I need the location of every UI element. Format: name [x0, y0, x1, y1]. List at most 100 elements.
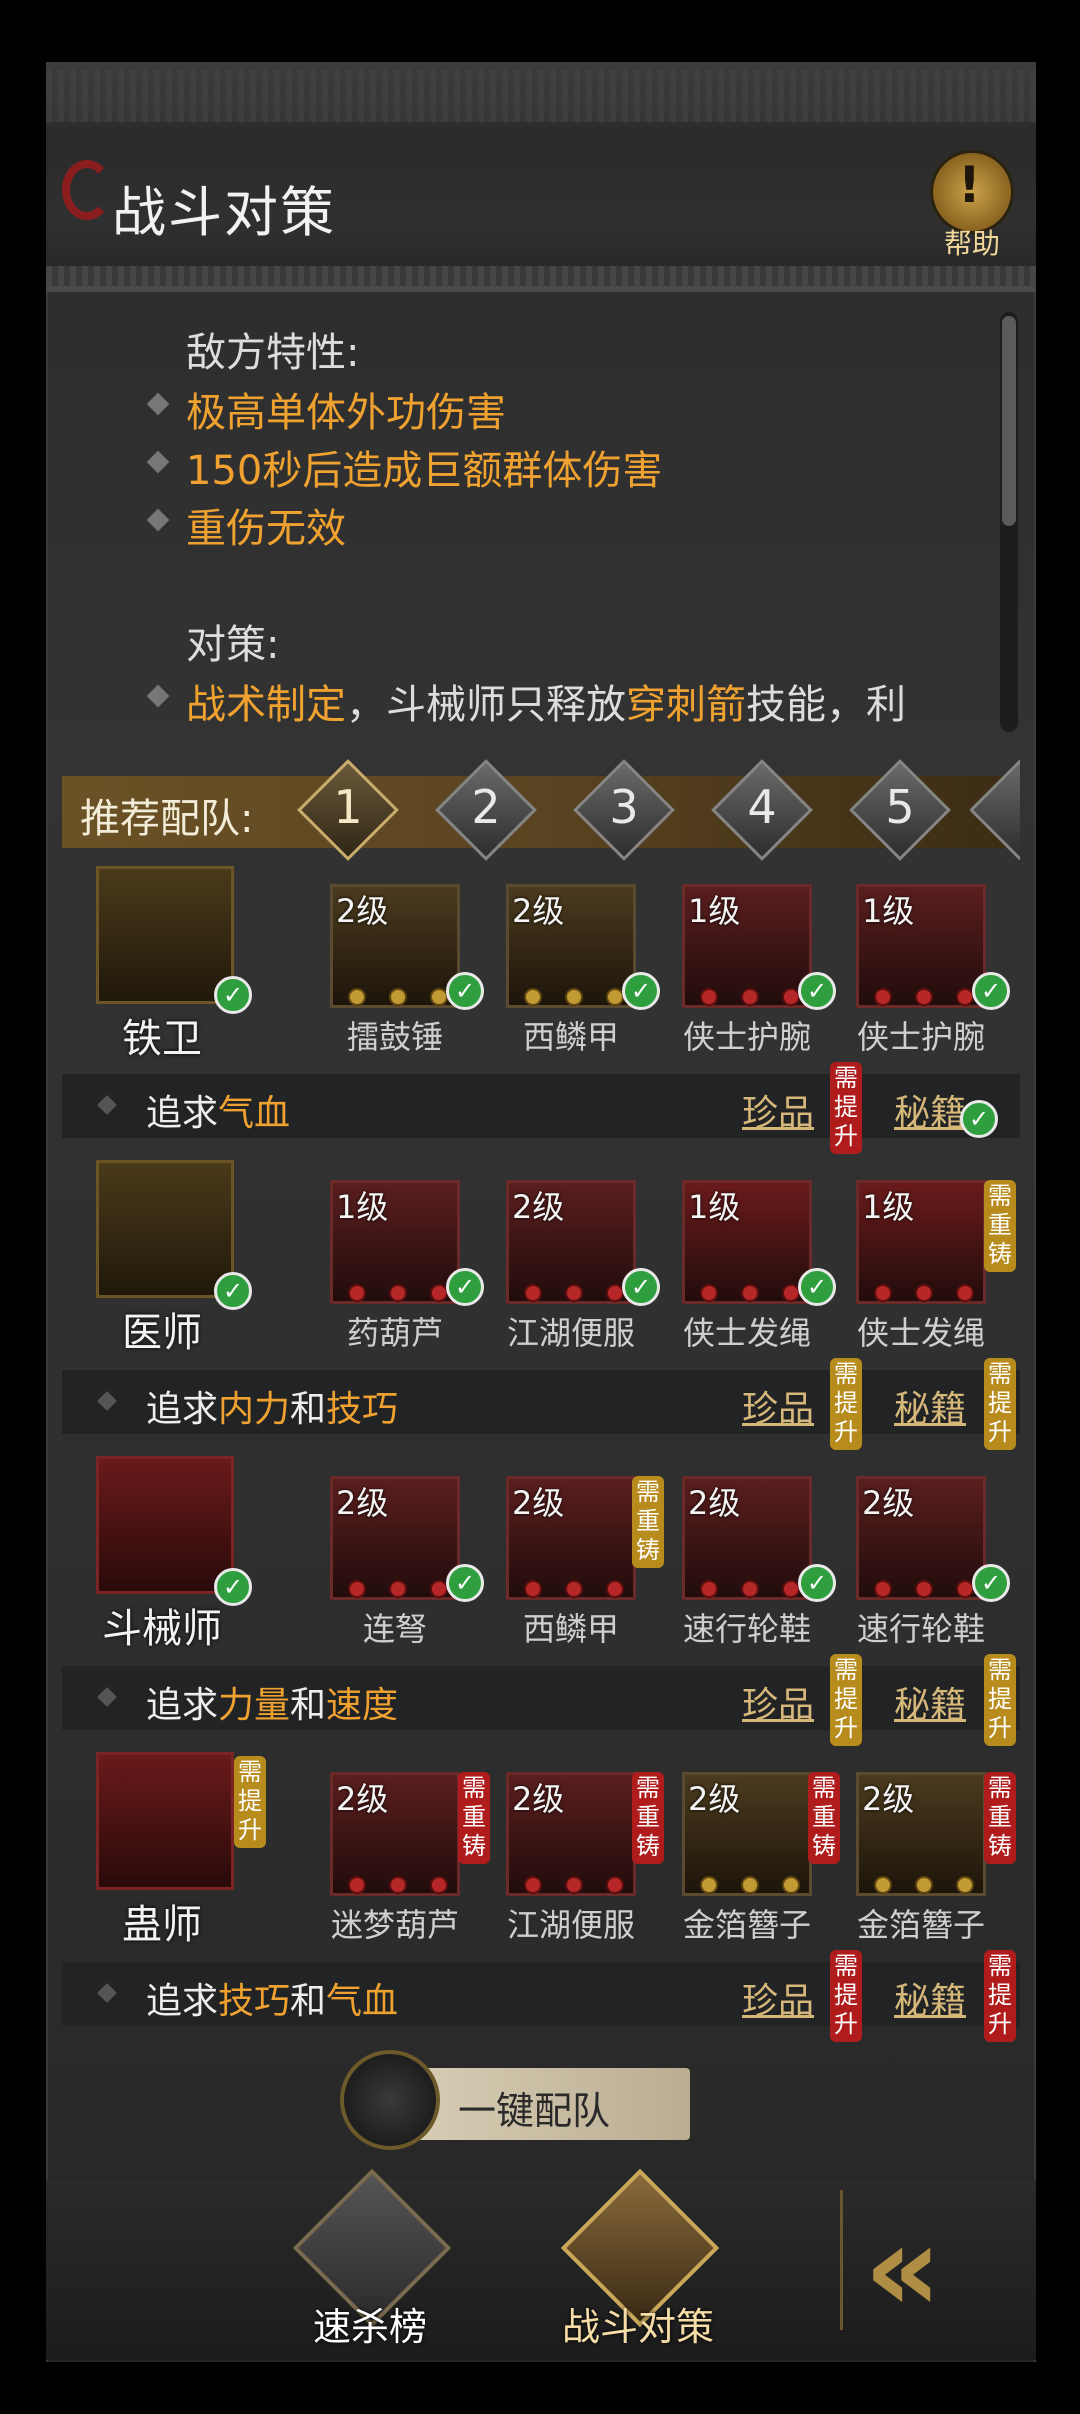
- equipment-slot[interactable]: 2级 连弩: [330, 1476, 460, 1648]
- team-tab-1[interactable]: 1: [297, 759, 399, 861]
- item-name: 侠士护腕: [682, 1018, 811, 1056]
- team-tab-3[interactable]: 3: [573, 759, 675, 861]
- gem-slots: [700, 1580, 800, 1600]
- treasure-link[interactable]: 珍品: [742, 1084, 814, 1136]
- team-number: 5: [885, 780, 915, 834]
- item-level: 2级: [862, 1484, 915, 1522]
- team-tab-4[interactable]: 4: [711, 759, 813, 861]
- item-name: 江湖便服: [506, 1906, 635, 1944]
- item-name: 速行轮鞋: [682, 1610, 811, 1648]
- one-key-team-button[interactable]: 一键配队: [340, 2050, 690, 2150]
- item-level: 2级: [512, 1780, 565, 1818]
- scrollbar-thumb[interactable]: [1002, 316, 1016, 526]
- tab-battle-strategy[interactable]: 战斗对策: [538, 2168, 738, 2360]
- role-name: 蛊师: [122, 1902, 202, 1948]
- team-number: 2: [471, 780, 501, 834]
- help-label: 帮助: [944, 227, 1001, 260]
- item-name: 金箔簪子: [856, 1906, 985, 1944]
- gem-slots: [874, 988, 974, 1008]
- gem-slots: [524, 1284, 624, 1304]
- strategy-text: 技能，利: [746, 682, 906, 728]
- shield-sword-icon: [340, 2050, 440, 2150]
- item-name: 侠士发绳: [682, 1314, 811, 1352]
- info-scrollbar[interactable]: [1000, 312, 1018, 732]
- role-card[interactable]: 医师: [62, 1160, 234, 1356]
- diamond-frame: [970, 760, 1020, 860]
- team-tab-5[interactable]: 5: [849, 759, 951, 861]
- equipment-slot[interactable]: 1级 药葫芦: [330, 1180, 460, 1352]
- treasure-link[interactable]: 珍品: [742, 1972, 814, 2024]
- pursue-text: 追求气血: [146, 1093, 291, 1134]
- gem-slots: [524, 988, 624, 1008]
- tab-speed-rank[interactable]: 速杀榜: [270, 2168, 470, 2360]
- strategy-line: 战术制定，斗械师只释放穿刺箭技能，利: [186, 672, 906, 730]
- equipment-slot[interactable]: 2级 擂鼓锤: [330, 884, 460, 1056]
- check-icon: ✓: [446, 1268, 484, 1306]
- equipment-slot[interactable]: 2级 速行轮鞋: [856, 1476, 986, 1648]
- team-number: 3: [609, 780, 639, 834]
- treasure-link[interactable]: 珍品: [742, 1676, 814, 1728]
- equipment-slot[interactable]: 1级 侠士发绳: [856, 1180, 986, 1352]
- equipment-slot[interactable]: 2级 西鳞甲: [506, 884, 636, 1056]
- check-icon: ✓: [960, 1100, 998, 1138]
- check-icon: ✓: [214, 1568, 252, 1606]
- gem-slots: [874, 1580, 974, 1600]
- equipment-slot[interactable]: 2级 江湖便服: [506, 1180, 636, 1352]
- item-level: 2级: [688, 1484, 741, 1522]
- check-icon: ✓: [214, 976, 252, 1014]
- bullet-icon: [146, 392, 170, 416]
- upgrade-badge: 需提升: [830, 1654, 862, 1746]
- gem-slots: [524, 1876, 624, 1896]
- nav-divider: [840, 2190, 843, 2330]
- item-level: 2级: [512, 1484, 565, 1522]
- tab-label: 速杀榜: [312, 2305, 427, 2349]
- tab-label: 战斗对策: [561, 2305, 714, 2349]
- role-card[interactable]: 斗械师: [62, 1456, 234, 1652]
- upgrade-badge: 需提升: [984, 1358, 1016, 1450]
- treasure-link[interactable]: 珍品: [742, 1380, 814, 1432]
- team-tab-2[interactable]: 2: [435, 759, 537, 861]
- equipment-slot[interactable]: 2级 金箔簪子: [682, 1772, 812, 1944]
- role-card[interactable]: 蛊师: [62, 1752, 234, 1948]
- one-key-label: 一键配队: [458, 2089, 611, 2133]
- equipment-slot[interactable]: 1级 侠士发绳: [682, 1180, 812, 1352]
- secret-link[interactable]: 秘籍: [894, 1084, 966, 1136]
- equipment-slot[interactable]: 2级 迷梦葫芦: [330, 1772, 460, 1944]
- gem-slots: [348, 1876, 448, 1896]
- check-icon: ✓: [446, 1564, 484, 1602]
- item-name: 连弩: [362, 1610, 427, 1648]
- check-icon: ✓: [446, 972, 484, 1010]
- strategy-keyword: 穿刺箭: [626, 682, 746, 728]
- equipment-slot[interactable]: 1级 侠士护腕: [856, 884, 986, 1056]
- secret-link[interactable]: 秘籍: [894, 1676, 966, 1728]
- strategy-text: ，斗械师只释放: [346, 682, 626, 728]
- item-name: 金箔簪子: [682, 1906, 811, 1944]
- team-tab-more[interactable]: [970, 760, 1020, 860]
- item-level: 2级: [336, 1780, 389, 1818]
- check-icon: ✓: [972, 972, 1010, 1010]
- check-icon: ✓: [798, 1268, 836, 1306]
- equipment-slot[interactable]: 1级 侠士护腕: [682, 884, 812, 1056]
- secret-link[interactable]: 秘籍: [894, 1380, 966, 1432]
- recast-badge: 需重铸: [984, 1180, 1016, 1272]
- item-name: 速行轮鞋: [856, 1610, 985, 1648]
- equipment-slot[interactable]: 2级 西鳞甲: [506, 1476, 636, 1648]
- page-title: 战斗对策: [112, 181, 336, 244]
- healer-emblem-icon: [96, 1160, 234, 1298]
- pursue-text: 追求力量和速度: [146, 1685, 399, 1726]
- equipment-slot[interactable]: 2级 金箔簪子: [856, 1772, 986, 1944]
- check-icon: ✓: [972, 1564, 1010, 1602]
- collapse-button[interactable]: «: [860, 2190, 1020, 2339]
- role-card[interactable]: 铁卫: [62, 866, 234, 1062]
- enemy-trait: 150秒后造成巨额群体伤害: [186, 448, 663, 494]
- item-name: 侠士发绳: [856, 1314, 985, 1352]
- secret-link[interactable]: 秘籍: [894, 1972, 966, 2024]
- equipment-slot[interactable]: 2级 速行轮鞋: [682, 1476, 812, 1648]
- item-name: 迷梦葫芦: [330, 1906, 459, 1944]
- header-decor-bottom: [46, 266, 1036, 286]
- help-button[interactable]: ! 帮助: [922, 150, 1022, 260]
- info-section: 敌方特性: 极高单体外功伤害 150秒后造成巨额群体伤害 重伤无效 对策: 战术…: [46, 300, 1036, 740]
- item-level: 2级: [688, 1780, 741, 1818]
- equipment-slot[interactable]: 2级 江湖便服: [506, 1772, 636, 1944]
- upgrade-badge: 需提升: [830, 1358, 862, 1450]
